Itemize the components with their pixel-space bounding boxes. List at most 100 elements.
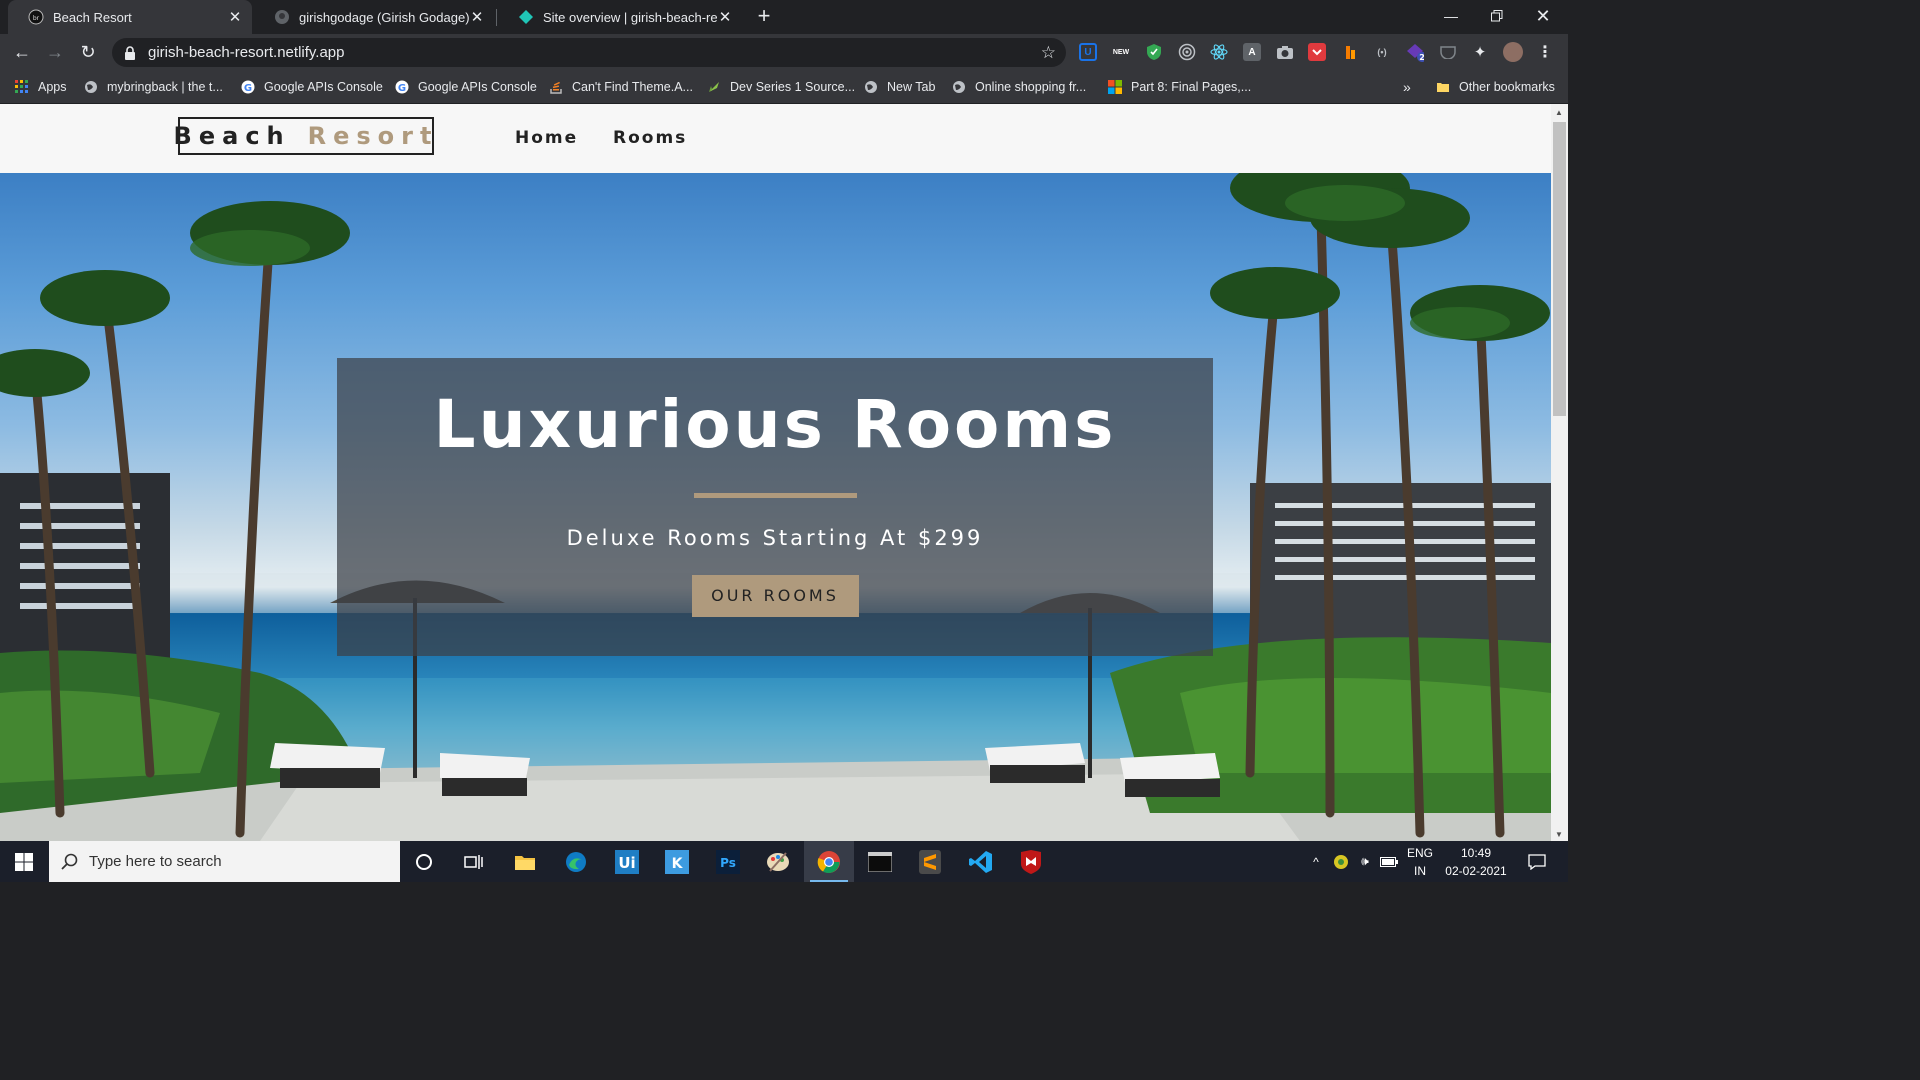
purple-extension-icon[interactable]: 2 [1406,43,1424,62]
target-extension-icon[interactable] [1178,43,1196,61]
web-page: Beach Resort Home Rooms Luxurious Rooms … [0,104,1551,841]
vscode-icon[interactable] [956,841,1006,882]
bookmarks-bar: Apps mybringback | the t... G Google API… [0,71,1568,104]
show-hidden-icons-chevron-icon[interactable]: ^ [1305,841,1327,882]
shield-extension-icon[interactable] [1145,43,1163,61]
nav-link-home[interactable]: Home [515,128,578,148]
bookmarks-overflow-button[interactable]: » [1403,77,1411,97]
restore-icon[interactable] [1474,0,1520,32]
paint-icon[interactable] [753,841,803,882]
page-scrollbar[interactable]: ▲ ▼ [1551,104,1568,841]
bookmark-google-apis-2[interactable]: G Google APIs Console [394,77,537,97]
sublime-text-icon[interactable] [905,841,955,882]
taskbar-search-box[interactable]: Type here to search [49,841,400,882]
other-bookmarks-folder[interactable]: Other bookmarks [1435,77,1555,97]
scroll-up-arrow-icon[interactable]: ▲ [1555,108,1563,117]
broadcast-extension-icon[interactable]: (•) [1373,43,1391,61]
svg-text:br: br [33,15,40,22]
windows-start-icon[interactable] [0,841,48,882]
tab-netlify[interactable]: Site overview | girish-beach-resort ✕ [498,0,742,34]
site-logo[interactable]: Beach Resort [174,117,434,155]
mcafee-icon[interactable] [1006,841,1056,882]
tab-beach-resort[interactable]: br Beach Resort ✕ [8,0,252,34]
taskbar-clock[interactable]: 10:49 02-02-2021 [1434,844,1518,880]
netlify-icon [518,9,534,25]
file-explorer-icon[interactable] [500,841,550,882]
photoshop-icon[interactable]: Ps [703,841,753,882]
svg-text:Ui: Ui [618,854,635,872]
microsoft-icon [1107,79,1123,95]
bookmark-label: Other bookmarks [1459,80,1555,94]
nav-link-rooms[interactable]: Rooms [613,128,687,148]
github-icon [274,9,290,25]
folder-icon [1435,79,1451,95]
scrollbar-thumb[interactable] [1553,122,1566,416]
back-icon[interactable]: ← [10,40,34,64]
terminal-icon[interactable] [855,841,905,882]
action-center-icon[interactable] [1522,841,1552,882]
kotlin-toolbox-icon[interactable]: K [652,841,702,882]
new-tab-button[interactable]: + [752,5,776,29]
tab-title: Site overview | girish-beach-resort [543,9,717,25]
bookmark-label: Online shopping fr... [975,80,1087,94]
clock-date: 02-02-2021 [1445,864,1507,878]
uipath-icon[interactable]: Ui [602,841,652,882]
search-placeholder: Type here to search [89,853,222,870]
tab-separator [496,9,497,26]
beach-resort-favicon-icon: br [28,9,44,25]
tab-close-icon[interactable]: ✕ [469,9,485,26]
cortana-icon[interactable] [399,841,449,882]
orange-extension-icon[interactable] [1341,43,1359,61]
svg-text:G: G [244,83,252,94]
bookmark-google-apis-1[interactable]: G Google APIs Console [240,77,383,97]
reload-icon[interactable]: ↻ [76,40,100,64]
bookmark-dev-series[interactable]: Dev Series 1 Source... [706,77,855,97]
task-view-icon[interactable] [449,841,499,882]
chrome-taskbar-icon[interactable] [804,841,854,882]
react-devtools-icon[interactable] [1210,43,1228,61]
scroll-down-arrow-icon[interactable]: ▼ [1555,830,1563,839]
font-extension-icon[interactable]: A [1243,43,1261,61]
tab-github[interactable]: girishgodage (Girish Godage) ✕ [254,0,494,34]
tab-strip: br Beach Resort ✕ girishgodage (Girish G… [0,0,1568,34]
hero-divider [693,493,857,498]
bookmark-label: Part 8: Final Pages,... [1131,80,1252,94]
site-navbar: Beach Resort Home Rooms [0,104,1551,173]
apps-grid-icon [14,79,30,95]
bookmark-part-8[interactable]: Part 8: Final Pages,... [1107,77,1251,97]
extensions-puzzle-icon[interactable]: ✦ [1471,43,1489,61]
tab-title: Beach Resort [53,9,132,25]
hero-subtitle: Deluxe Rooms Starting At $299 [566,526,984,550]
battery-icon[interactable] [1378,841,1400,882]
hero-title: Luxurious Rooms [433,386,1117,463]
bookmark-label: New Tab [887,80,936,94]
menu-kebab-icon[interactable]: ⋮ [1536,43,1554,61]
profile-avatar[interactable] [1503,42,1523,62]
tab-close-icon[interactable]: ✕ [227,9,243,26]
minimize-icon[interactable]: — [1428,0,1474,32]
tab-close-icon[interactable]: ✕ [717,9,733,26]
new-extension-icon[interactable]: NEW [1112,43,1130,61]
bookmark-stackoverflow[interactable]: Can't Find Theme.A... [548,77,693,97]
forward-icon[interactable]: → [43,40,67,64]
close-window-icon[interactable]: ✕ [1520,0,1566,32]
pocket-red-extension-icon[interactable] [1308,43,1326,61]
bookmark-star-icon[interactable]: ☆ [1041,43,1056,63]
bookmark-new-tab[interactable]: New Tab [863,77,935,97]
svg-text:K: K [672,856,684,872]
tray-status-icon[interactable] [1330,841,1352,882]
globe-icon [951,79,967,95]
globe-icon [83,79,99,95]
bookmark-mybringback[interactable]: mybringback | the t... [83,77,223,97]
volume-icon[interactable]: 🕪 [1354,841,1376,882]
url-text: girish-beach-resort.netlify.app [148,44,345,61]
camera-extension-icon[interactable] [1276,43,1294,61]
address-bar[interactable]: girish-beach-resort.netlify.app ☆ [112,38,1066,67]
search-icon [61,853,78,870]
uipath-extension-icon[interactable]: U [1079,43,1097,61]
pocket-extension-icon[interactable] [1439,43,1457,61]
edge-icon[interactable] [551,841,601,882]
bookmark-online-shopping[interactable]: Online shopping fr... [951,77,1086,97]
our-rooms-button[interactable]: OUR ROOMS [691,575,859,617]
bookmark-apps[interactable]: Apps [14,77,67,97]
